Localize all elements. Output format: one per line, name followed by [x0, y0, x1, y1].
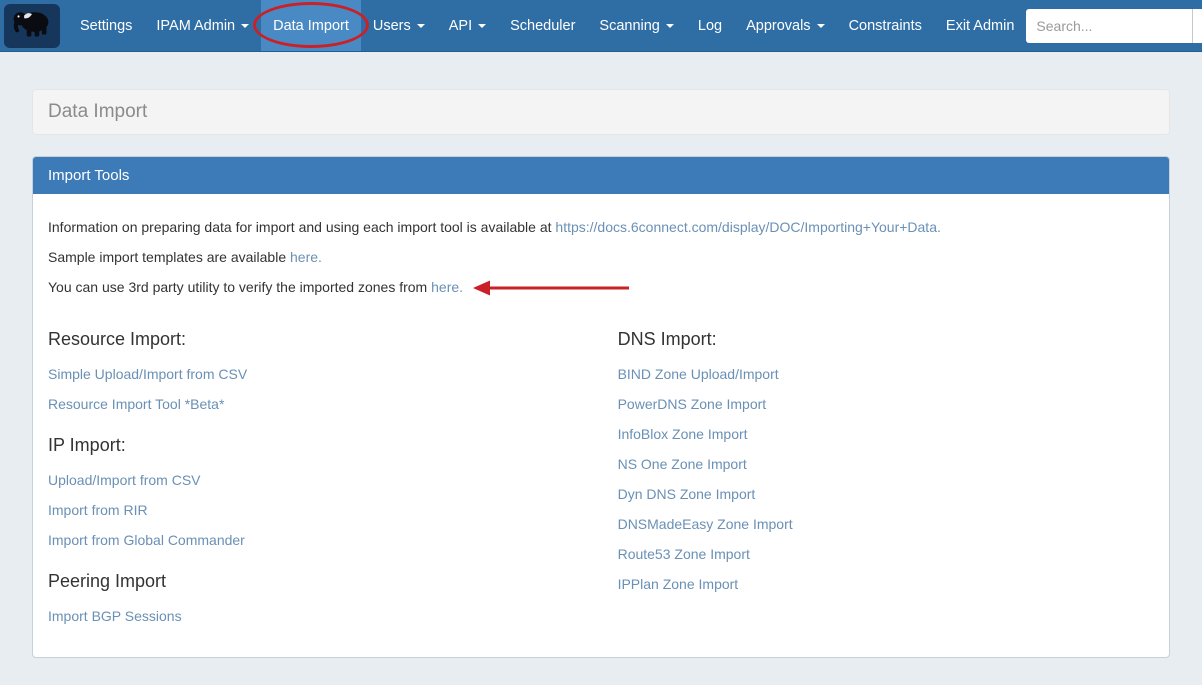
nav-item-label: Approvals: [746, 17, 811, 34]
section-heading-ip-import: IP Import:: [48, 435, 126, 455]
link-upload-import-csv[interactable]: Upload/Import from CSV: [48, 465, 201, 495]
nav-item-users[interactable]: Users: [361, 0, 437, 51]
nav-item-scheduler[interactable]: Scheduler: [498, 0, 587, 51]
info-text: Sample import templates are available: [48, 249, 287, 265]
section-heading-resource-import: Resource Import:: [48, 329, 187, 349]
chevron-down-icon: [665, 23, 674, 28]
link-resource-import-tool-beta[interactable]: Resource Import Tool *Beta*: [48, 389, 224, 419]
link-simple-upload-import-csv[interactable]: Simple Upload/Import from CSV: [48, 359, 247, 389]
link-import-from-rir[interactable]: Import from RIR: [48, 495, 148, 525]
page-title: Data Import: [32, 89, 1170, 135]
import-tools-panel: Import Tools Information on preparing da…: [32, 156, 1170, 658]
search-input[interactable]: [1026, 8, 1193, 43]
search-button[interactable]: [1192, 8, 1202, 43]
nav-item-label: Data Import: [273, 17, 349, 34]
nav-item-label: IPAM Admin: [156, 17, 236, 34]
brand-logo[interactable]: [4, 4, 60, 48]
panel-body: Information on preparing data for import…: [33, 194, 1169, 657]
link-dnsmadeeasy-zone-import[interactable]: DNSMadeEasy Zone Import: [618, 509, 793, 539]
docs-url-link[interactable]: https://docs.6connect.com/display/DOC/Im…: [555, 219, 940, 235]
chevron-down-icon: [241, 23, 250, 28]
link-powerdns-zone-import[interactable]: PowerDNS Zone Import: [618, 389, 767, 419]
nav-item-label: Scheduler: [510, 17, 576, 34]
info-paragraph: Sample import templates are available he…: [48, 247, 1154, 267]
link-ns-one-zone-import[interactable]: NS One Zone Import: [618, 449, 747, 479]
link-bind-zone-upload-import[interactable]: BIND Zone Upload/Import: [618, 359, 779, 389]
annotation-arrow-icon: [472, 280, 629, 296]
link-ipplan-zone-import[interactable]: IPPlan Zone Import: [618, 569, 739, 599]
content-container: Data Import Import Tools Information on …: [32, 89, 1170, 658]
link-infoblox-zone-import[interactable]: InfoBlox Zone Import: [618, 419, 748, 449]
nav-item-label: Settings: [80, 17, 133, 34]
nav-item-settings[interactable]: Settings: [68, 0, 144, 51]
nav-item-constraints[interactable]: Constraints: [837, 0, 934, 51]
nav-item-label: Log: [697, 17, 723, 34]
nav-item-approvals[interactable]: Approvals: [734, 0, 836, 51]
page-title-text: Data Import: [48, 101, 148, 122]
left-column: Resource Import: Simple Upload/Import fr…: [48, 323, 618, 631]
nav-item-scanning[interactable]: Scanning: [587, 0, 685, 51]
nav-item-exit-admin[interactable]: Exit Admin: [934, 0, 1027, 51]
nav-item-label: Constraints: [848, 17, 922, 34]
nav-item-label: Scanning: [599, 17, 660, 34]
verify-zones-here-link[interactable]: here.: [431, 279, 463, 295]
info-text: Information on preparing data for import…: [48, 219, 552, 235]
panel-header: Import Tools: [33, 157, 1169, 194]
chevron-down-icon: [478, 23, 487, 28]
info-paragraph: You can use 3rd party utility to verify …: [48, 277, 1154, 297]
sample-templates-here-link[interactable]: here.: [290, 249, 322, 265]
right-column: DNS Import: BIND Zone Upload/Import Powe…: [618, 323, 1154, 631]
chevron-down-icon: [416, 23, 425, 28]
top-navbar: Settings IPAM Admin Data Import Users AP…: [0, 0, 1202, 52]
nav-item-label: API: [448, 17, 473, 34]
search-group: [1026, 8, 1202, 43]
nav-item-data-import[interactable]: Data Import: [253, 0, 369, 51]
elephant-logo-icon: [11, 7, 53, 46]
main-menu: Settings IPAM Admin Data Import Users AP…: [68, 0, 1026, 51]
section-heading-peering-import: Peering Import: [48, 571, 167, 591]
nav-item-label: Exit Admin: [945, 17, 1015, 34]
navbar-right: [1026, 0, 1202, 51]
panel-header-text: Import Tools: [48, 167, 130, 184]
link-import-bgp-sessions[interactable]: Import BGP Sessions: [48, 601, 182, 631]
info-text: You can use 3rd party utility to verify …: [48, 279, 428, 295]
nav-item-ipam-admin[interactable]: IPAM Admin: [144, 0, 261, 51]
nav-item-label: Users: [372, 17, 411, 34]
info-paragraph: Information on preparing data for import…: [48, 217, 1154, 237]
chevron-down-icon: [816, 23, 825, 28]
nav-item-log[interactable]: Log: [686, 0, 734, 51]
import-columns: Resource Import: Simple Upload/Import fr…: [48, 323, 1154, 631]
link-dyn-dns-zone-import[interactable]: Dyn DNS Zone Import: [618, 479, 756, 509]
section-heading-dns-import: DNS Import:: [617, 329, 717, 349]
link-import-from-global-commander[interactable]: Import from Global Commander: [48, 525, 245, 555]
link-route53-zone-import[interactable]: Route53 Zone Import: [618, 539, 750, 569]
nav-item-api[interactable]: API: [437, 0, 498, 51]
